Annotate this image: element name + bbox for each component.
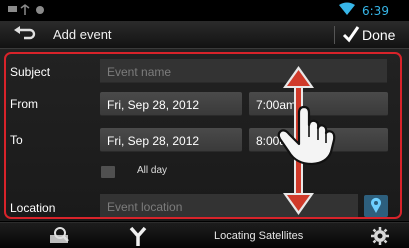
subject-label: Subject [10,65,51,79]
from-label: From [10,97,38,111]
wifi-icon [339,2,355,15]
action-bar: Add event Done [0,21,409,49]
clock: 6:39 [362,4,389,18]
from-time-button[interactable]: 7:00am [249,92,388,116]
route-fork-icon[interactable] [127,225,149,247]
from-date-button[interactable]: Fri, Sep 28, 2012 [100,92,242,116]
notification-icons [8,4,44,15]
to-date-button[interactable]: Fri, Sep 28, 2012 [100,128,242,152]
bottom-bar: Locating Satellites [0,222,409,248]
done-label: Done [362,27,396,43]
all-day-label: All day [137,165,168,176]
settings-gear-icon[interactable] [370,226,390,246]
done-button[interactable]: Done [340,24,406,46]
all-day-checkbox[interactable] [101,166,115,178]
location-pin-button[interactable] [364,195,388,217]
gps-status-text: Locating Satellites [214,230,304,242]
subject-input[interactable]: Event name [100,59,387,83]
map-search-icon[interactable] [48,226,72,246]
checkmark-icon [342,26,360,43]
status-bar: 6:39 [0,0,409,21]
action-bar-divider [334,26,335,44]
back-icon[interactable] [10,24,40,46]
location-pin-icon [371,197,381,213]
to-label: To [10,133,23,147]
location-input[interactable]: Event location [100,194,358,218]
to-time-button[interactable]: 8:00am [249,128,388,152]
page-title: Add event [53,27,112,42]
location-label: Location [10,201,56,215]
